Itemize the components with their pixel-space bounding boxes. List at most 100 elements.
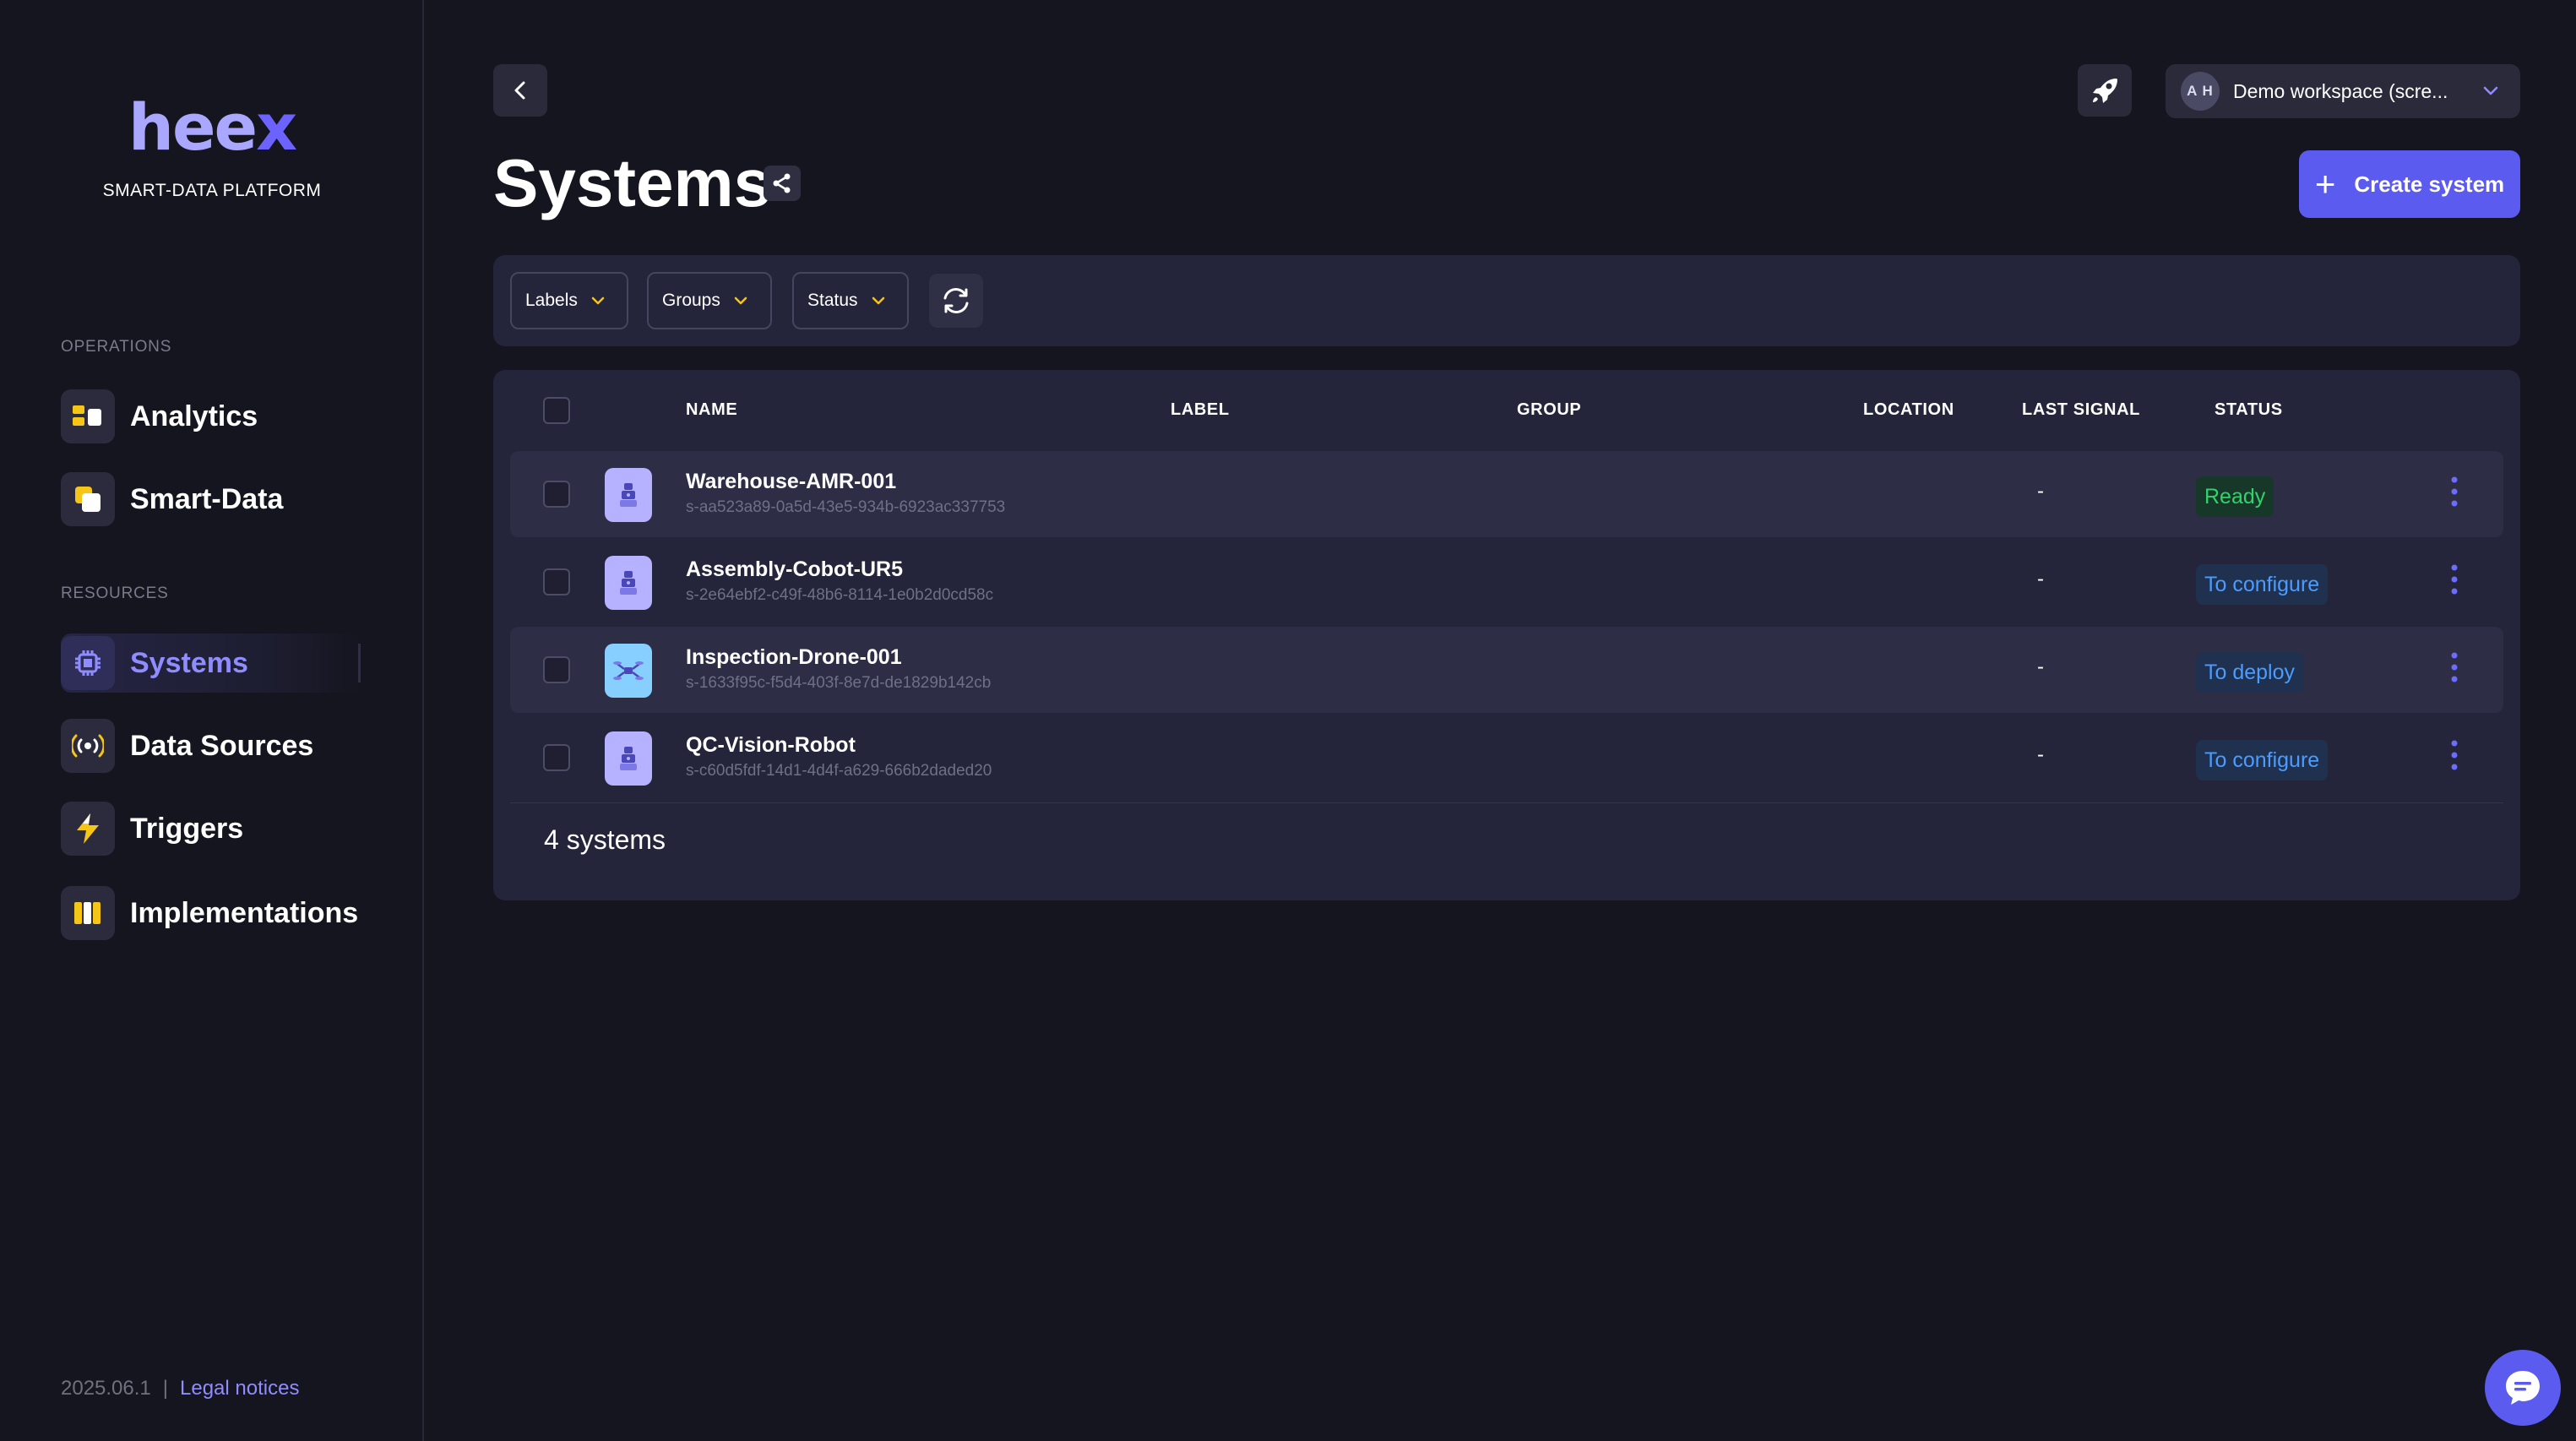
more-options-icon[interactable] — [2449, 738, 2459, 772]
sidebar-item-smart-data[interactable]: Smart-Data — [61, 470, 283, 529]
sidebar-item-label: Analytics — [130, 400, 258, 432]
page-title: Systems — [493, 145, 772, 220]
broadcast-icon — [61, 719, 115, 773]
table-row[interactable]: QC-Vision-Robot s-c60d5fdf-14d1-4d4f-a62… — [510, 715, 2503, 801]
refresh-button[interactable] — [929, 274, 983, 328]
filter-bar: Labels Groups Status — [493, 255, 2520, 346]
chip-icon — [61, 636, 115, 690]
last-signal: - — [2037, 568, 2044, 590]
row-checkbox[interactable] — [543, 481, 570, 508]
status-badge: To configure — [2196, 564, 2329, 605]
logo-main: hee — [128, 90, 258, 165]
footer-separator: | — [162, 1377, 169, 1400]
avatar: A H — [2181, 72, 2220, 111]
sidebar-item-label: Data Sources — [130, 729, 314, 762]
last-signal: - — [2037, 480, 2044, 503]
table-row[interactable]: Inspection-Drone-001 s-1633f95c-f5d4-403… — [510, 627, 2503, 713]
share-button[interactable] — [764, 166, 801, 201]
workspace-name: Demo workspace (scre... — [2233, 79, 2448, 102]
robot-icon — [605, 731, 652, 786]
sidebar-item-label: Smart-Data — [130, 482, 284, 515]
sidebar-footer: 2025.06.1 | Legal notices — [61, 1377, 299, 1400]
section-operations: OPERATIONS — [61, 338, 172, 356]
back-button[interactable] — [493, 64, 547, 117]
table-row[interactable]: Assembly-Cobot-UR5 s-2e64ebf2-c49f-48b6-… — [510, 539, 2503, 625]
status-filter[interactable]: Status — [792, 272, 909, 329]
rocket-icon — [2093, 79, 2117, 103]
rocket-button[interactable] — [2078, 64, 2132, 117]
smart-data-icon — [61, 472, 115, 526]
chat-icon — [2506, 1371, 2540, 1405]
section-resources: RESOURCES — [61, 585, 169, 602]
sidebar-item-label: Triggers — [130, 812, 244, 845]
table-divider — [510, 802, 2503, 803]
column-header-label[interactable]: LABEL — [1171, 400, 1230, 420]
plus-icon: + — [2314, 164, 2336, 204]
sidebar-item-triggers[interactable]: Triggers — [61, 799, 243, 858]
lightning-icon — [61, 802, 115, 856]
filter-label: Labels — [525, 291, 578, 310]
sidebar: heex SMART-DATA PLATFORM OPERATIONS Anal… — [0, 0, 424, 1441]
legal-notices-link[interactable]: Legal notices — [180, 1377, 299, 1400]
status-badge: Ready — [2196, 476, 2274, 517]
groups-filter[interactable]: Groups — [647, 272, 772, 329]
column-header-status[interactable]: STATUS — [2215, 400, 2283, 420]
system-id: s-c60d5fdf-14d1-4d4f-a629-666b2daded20 — [686, 762, 992, 780]
chevron-left-icon — [514, 81, 525, 100]
system-id: s-1633f95c-f5d4-403f-8e7d-de1829b142cb — [686, 674, 992, 692]
status-badge: To configure — [2196, 740, 2329, 780]
robot-icon — [605, 468, 652, 522]
version-label: 2025.06.1 — [61, 1377, 151, 1400]
system-id: s-2e64ebf2-c49f-48b6-8114-1e0b2d0cd58c — [686, 586, 994, 604]
column-header-last-signal[interactable]: LAST SIGNAL — [2022, 400, 2140, 420]
sidebar-item-label: Implementations — [130, 896, 359, 929]
table-row[interactable]: Warehouse-AMR-001 s-aa523a89-0a5d-43e5-9… — [510, 451, 2503, 537]
column-header-location[interactable]: LOCATION — [1863, 400, 1954, 420]
chat-button[interactable] — [2485, 1350, 2561, 1426]
status-badge: To deploy — [2196, 652, 2304, 693]
active-indicator — [358, 644, 361, 682]
row-checkbox[interactable] — [543, 744, 570, 771]
filter-label: Groups — [662, 291, 720, 310]
logo-wordmark: heex — [0, 90, 424, 166]
system-name[interactable]: Warehouse-AMR-001 — [686, 470, 896, 494]
logo-subtitle: SMART-DATA PLATFORM — [102, 181, 322, 200]
system-id: s-aa523a89-0a5d-43e5-934b-6923ac337753 — [686, 498, 1006, 516]
row-checkbox[interactable] — [543, 568, 570, 595]
more-options-icon[interactable] — [2449, 563, 2459, 596]
share-icon — [773, 173, 791, 193]
more-options-icon[interactable] — [2449, 650, 2459, 684]
systems-table: NAME LABEL GROUP LOCATION LAST SIGNAL ST… — [493, 370, 2520, 900]
sidebar-item-analytics[interactable]: Analytics — [61, 387, 258, 446]
system-name[interactable]: Inspection-Drone-001 — [686, 645, 902, 670]
sidebar-item-systems[interactable]: Systems — [61, 633, 361, 693]
logo-x: x — [256, 90, 297, 165]
create-system-label: Create system — [2354, 171, 2505, 197]
last-signal: - — [2037, 655, 2044, 678]
filter-label: Status — [807, 291, 858, 310]
more-options-icon[interactable] — [2449, 475, 2459, 508]
sidebar-item-implementations[interactable]: Implementations — [61, 884, 358, 943]
labels-filter[interactable]: Labels — [510, 272, 628, 329]
refresh-icon — [943, 288, 969, 313]
chevron-down-icon — [591, 296, 605, 305]
drone-icon — [605, 644, 652, 698]
sidebar-item-data-sources[interactable]: Data Sources — [61, 716, 313, 775]
sidebar-item-label: Systems — [130, 646, 248, 679]
chevron-down-icon — [734, 296, 747, 305]
select-all-checkbox[interactable] — [543, 397, 570, 424]
row-checkbox[interactable] — [543, 656, 570, 683]
create-system-button[interactable]: + Create system — [2299, 150, 2520, 218]
columns-icon — [61, 886, 115, 940]
column-header-group[interactable]: GROUP — [1517, 400, 1581, 420]
workspace-selector[interactable]: A H Demo workspace (scre... — [2166, 64, 2520, 118]
robot-icon — [605, 556, 652, 610]
chevron-down-icon — [2483, 86, 2498, 95]
system-name[interactable]: Assembly-Cobot-UR5 — [686, 557, 903, 582]
system-name[interactable]: QC-Vision-Robot — [686, 733, 856, 758]
last-signal: - — [2037, 743, 2044, 766]
systems-count: 4 systems — [544, 824, 666, 855]
column-header-name[interactable]: NAME — [686, 400, 737, 420]
brand-logo[interactable]: heex SMART-DATA PLATFORM — [0, 90, 424, 201]
chevron-down-icon — [872, 296, 884, 305]
